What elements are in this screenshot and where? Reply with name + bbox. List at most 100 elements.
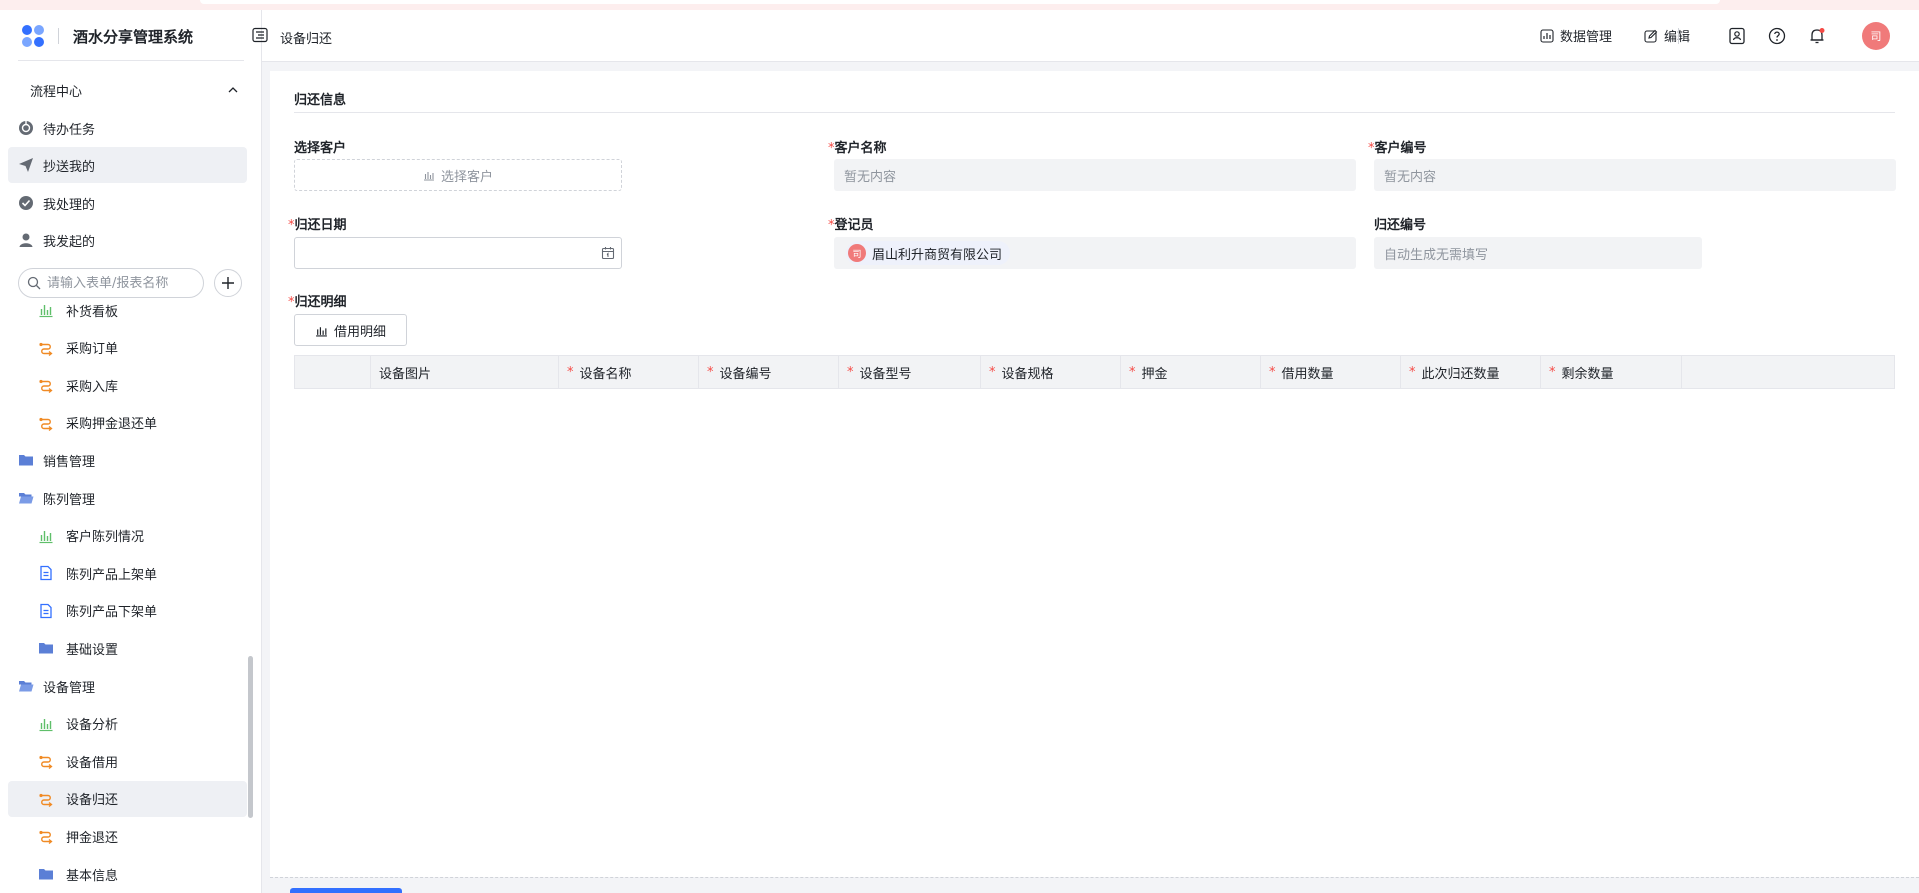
doc-icon [38, 565, 54, 581]
folder-icon [38, 640, 54, 656]
sidebar-nav-item[interactable]: 采购订单 [8, 330, 247, 366]
sidebar-item-label: 销售管理 [43, 454, 96, 470]
flow-center-header[interactable]: 流程中心 [30, 80, 240, 100]
calendar-icon [601, 247, 615, 260]
sidebar-nav-item[interactable]: 押金退还 [8, 818, 247, 854]
sidebar-item-label: 采购入库 [66, 379, 119, 395]
sidebar-nav-item[interactable]: 陈列产品下架单 [8, 593, 247, 629]
sidebar-scrollbar[interactable] [248, 656, 253, 818]
table-column-header: * 此次归还数量 [1401, 356, 1541, 388]
user-icon [18, 232, 34, 248]
sidebar-item-cc[interactable]: 抄送我的 [8, 147, 247, 183]
sidebar-item-label: 基本信息 [66, 868, 119, 884]
sidebar-nav-item[interactable]: 采购入库 [8, 367, 247, 403]
return-no-field: 自动生成无需填写 [1374, 237, 1702, 269]
registrar-name: 眉山利升商贸有限公司 [872, 247, 1003, 263]
plus-icon [222, 277, 234, 289]
customer-code-field[interactable]: 暂无内容 [1374, 159, 1896, 191]
doc-icon [38, 603, 54, 619]
required-mark: * [1269, 364, 1276, 380]
registrar-tag: 司 眉山利升商贸有限公司 [846, 241, 1011, 265]
sidebar-nav-item[interactable]: 客户陈列情况 [8, 518, 247, 554]
folder-icon [18, 452, 34, 468]
sidebar-nav-item[interactable]: 基本信息 [8, 856, 247, 892]
edit-icon [1644, 29, 1658, 43]
sidebar-item-processed[interactable]: 我处理的 [8, 185, 247, 221]
sidebar-item-label: 陈列产品下架单 [66, 605, 158, 621]
required-mark: * [567, 364, 574, 380]
folder-icon [38, 866, 54, 882]
top-strip-inner [200, 0, 1720, 4]
borrow-detail-label: 借用明细 [333, 324, 386, 340]
select-customer-label: 选择客户 [294, 141, 347, 156]
column-label: 此次归还数量 [1421, 366, 1500, 382]
sidebar-nav-item[interactable]: 设备分析 [8, 706, 247, 742]
data-chart-icon [1540, 28, 1554, 43]
sidebar-nav-item[interactable]: 陈列管理 [8, 480, 247, 516]
help-icon[interactable] [1767, 26, 1787, 46]
sidebar-nav-item[interactable]: 基础设置 [8, 630, 247, 666]
sidebar-item-label: 设备归还 [66, 793, 119, 809]
sidebar: 酒水分享管理系统 流程中心 待办任务 抄送我的 我处理的 我发起的 补货看板采购… [0, 0, 262, 893]
sidebar-item-initiated[interactable]: 我发起的 [8, 222, 247, 258]
sidebar-nav-item[interactable]: 补货看板 [8, 292, 247, 328]
select-customer-button[interactable]: 选择客户 [294, 159, 622, 191]
sidebar-nav-item[interactable]: 陈列产品上架单 [8, 555, 247, 591]
footer-divider [270, 877, 1919, 878]
bar-chart-icon [423, 172, 434, 181]
customer-name-label: *客户名称 [828, 141, 887, 156]
sidebar-item-label: 设备借用 [66, 755, 119, 771]
table-column-header: * 设备编号 [699, 356, 839, 388]
customer-name-field[interactable]: 暂无内容 [834, 159, 1356, 191]
registrar-label: *登记员 [828, 218, 874, 233]
section-divider [294, 112, 1895, 113]
column-label: 设备图片 [379, 366, 432, 382]
user-avatar[interactable]: 司 [1862, 22, 1890, 50]
sidebar-item-label: 采购订单 [66, 342, 119, 358]
sidebar-nav-item[interactable]: 设备借用 [8, 743, 247, 779]
required-mark: * [1549, 364, 1556, 380]
table-column-header [295, 356, 371, 388]
return-date-input[interactable] [294, 237, 622, 269]
notification-bell-icon[interactable] [1807, 26, 1827, 46]
registrar-field[interactable]: 司 眉山利升商贸有限公司 [834, 237, 1356, 269]
submit-button[interactable] [290, 888, 402, 893]
sidebar-item-label: 基础设置 [66, 642, 119, 658]
sidebar-item-todo[interactable]: 待办任务 [8, 110, 247, 146]
required-mark: * [707, 364, 714, 380]
section-title: 归还信息 [294, 93, 347, 108]
column-label: 设备编号 [719, 366, 772, 382]
sidebar-item-label: 补货看板 [66, 304, 119, 320]
column-label: 设备名称 [579, 366, 632, 382]
sidebar-divider [18, 60, 244, 61]
data-manage-button[interactable]: 数据管理 [1540, 26, 1612, 45]
sidebar-nav-item[interactable]: 设备管理 [8, 668, 247, 704]
sidebar-search-input[interactable] [47, 275, 197, 291]
bar-chart-icon [316, 326, 327, 337]
top-header: 设备归还 数据管理 编辑 司 [262, 10, 1919, 62]
app-title: 酒水分享管理系统 [73, 27, 194, 46]
flow-icon [38, 377, 54, 394]
top-strip [0, 0, 1919, 10]
sidebar-nav-item[interactable]: 设备归还 [8, 780, 247, 817]
bar-chart-icon [38, 528, 54, 544]
sidebar-nav-item[interactable]: 采购押金退还单 [8, 405, 247, 441]
collapse-sidebar-icon[interactable] [252, 27, 268, 43]
table-column-header: * 押金 [1121, 356, 1261, 388]
return-no-label: 归还编号 [1374, 218, 1427, 233]
flow-center-label: 流程中心 [30, 84, 83, 100]
return-detail-label: *归还明细 [288, 295, 347, 310]
brand-separator [58, 28, 59, 44]
table-column-header: 设备图片 [371, 356, 559, 388]
select-customer-text: 选择客户 [440, 169, 493, 185]
column-label: 剩余数量 [1561, 366, 1614, 382]
sidebar-item-label: 采购押金退还单 [66, 417, 158, 433]
column-label: 设备规格 [1001, 366, 1054, 382]
brand[interactable]: 酒水分享管理系统 [22, 24, 193, 48]
borrow-detail-button[interactable]: 借用明细 [294, 314, 407, 346]
sidebar-nav-item[interactable]: 销售管理 [8, 442, 247, 478]
return-date-label: *归还日期 [288, 218, 347, 233]
edit-button[interactable]: 编辑 [1644, 26, 1690, 45]
contacts-icon[interactable] [1727, 26, 1747, 46]
detail-table-header: 设备图片 * 设备名称 * 设备编号 * 设备型号 * 设备规格 * 押金 * 借用数量 * 此次归还数量 *… [294, 355, 1895, 389]
